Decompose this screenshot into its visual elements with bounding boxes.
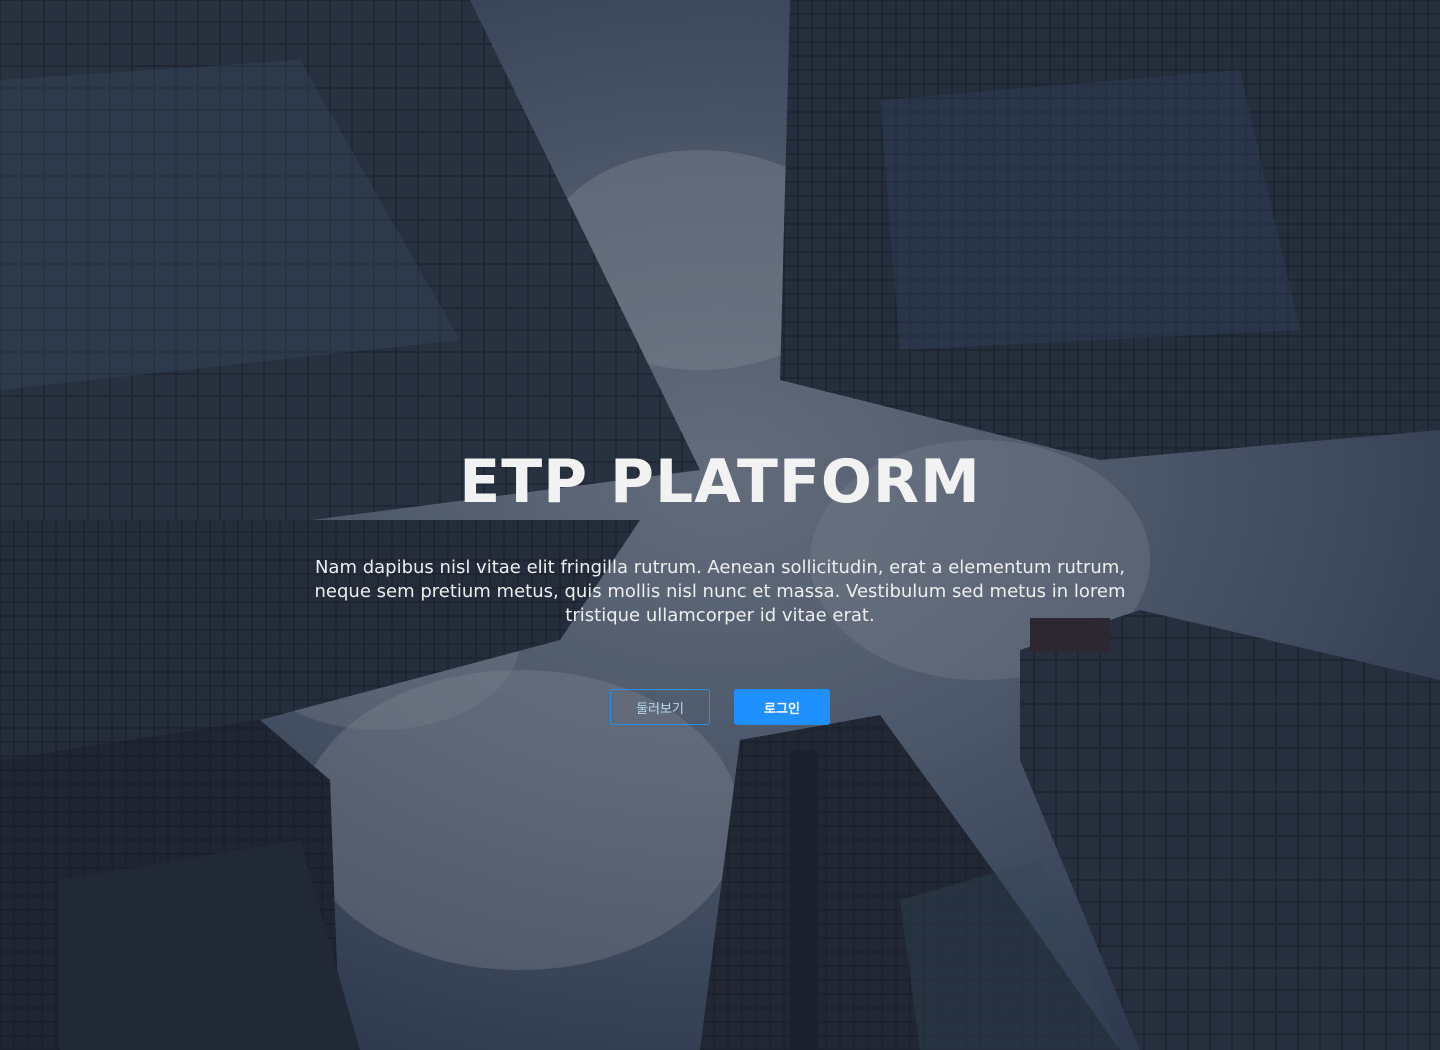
browse-button[interactable]: 둘러보기 xyxy=(610,689,710,725)
hero-section: ETP PLATFORM Nam dapibus nisl vitae elit… xyxy=(0,0,1440,1050)
login-button[interactable]: 로그인 xyxy=(734,689,830,725)
hero-content: ETP PLATFORM Nam dapibus nisl vitae elit… xyxy=(0,0,1440,1050)
button-row: 둘러보기 로그인 xyxy=(0,689,1440,725)
page-title: ETP PLATFORM xyxy=(459,447,981,517)
hero-description: Nam dapibus nisl vitae elit fringilla ru… xyxy=(314,557,1126,626)
